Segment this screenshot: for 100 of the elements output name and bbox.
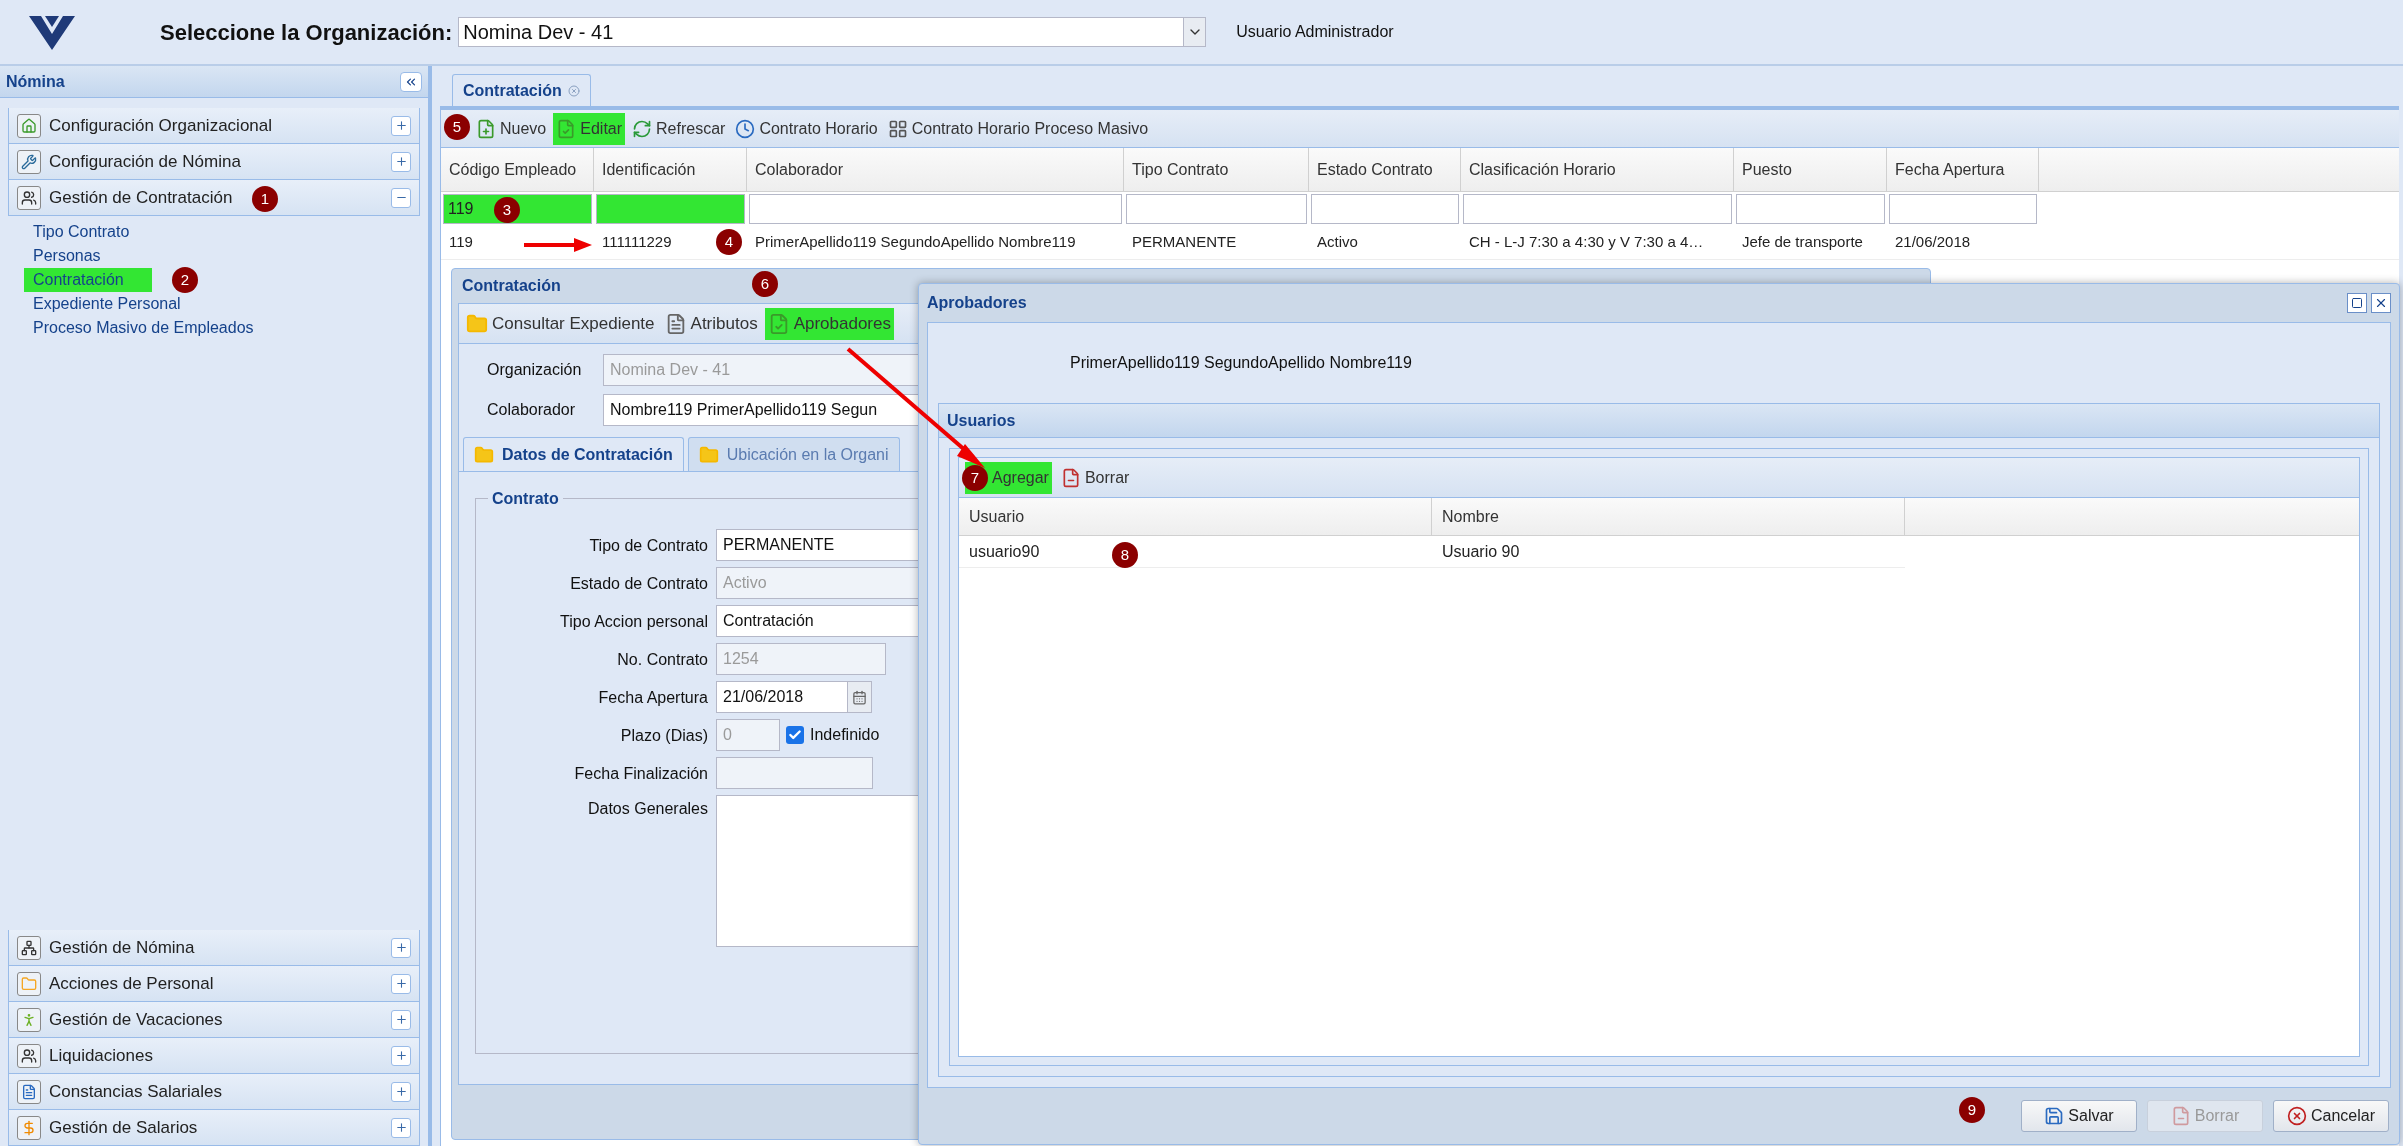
toolbar-button[interactable]: Atributos [661, 307, 761, 340]
grid-icon [887, 118, 908, 139]
calendar-icon [852, 689, 867, 705]
menu-link[interactable]: Tipo Contrato [24, 220, 139, 244]
filter-field[interactable] [1463, 194, 1732, 224]
plus-icon [394, 1049, 408, 1062]
expand-button[interactable] [391, 1009, 411, 1030]
close-icon [2374, 296, 2388, 310]
field-label: Tipo Accion personal [559, 612, 708, 632]
column-header[interactable]: Estado Contrato [1309, 148, 1461, 191]
dialog-button[interactable]: Cancelar [2273, 1100, 2389, 1132]
table-cell-text: 21/06/2018 [1895, 232, 1971, 253]
panel-title: Nómina [6, 71, 65, 92]
toolbar-button[interactable]: Aprobadores [764, 307, 894, 340]
expand-button[interactable] [391, 115, 411, 136]
close-icon [567, 84, 580, 97]
section-title: Gestión de Vacaciones [49, 1008, 223, 1031]
filter-field[interactable] [1736, 194, 1885, 224]
plus-icon [394, 155, 408, 168]
calendar-button[interactable] [848, 681, 872, 713]
collapse-button[interactable] [400, 71, 422, 92]
panel-title: Usuarios [947, 410, 1016, 431]
employee-name: PrimerApellido119 SegundoApellido Nombre119 [1070, 353, 1412, 373]
accordion-header[interactable]: Constancias Salariales [8, 1074, 420, 1110]
toolbar-button[interactable]: Refrescar [629, 112, 729, 145]
folder-icon [698, 444, 719, 465]
dialog-button[interactable]: Salvar [2021, 1100, 2137, 1132]
accordion-header[interactable]: Gestión de Nómina [8, 930, 420, 966]
table-cell-text: PrimerApellido119 SegundoApellido Nombre119 [755, 232, 1076, 253]
expand-button[interactable] [391, 151, 411, 172]
filter-field[interactable] [596, 194, 745, 224]
section-title: Acciones de Personal [49, 972, 214, 995]
dollar-icon [17, 1115, 41, 1140]
accordion-header[interactable]: Acciones de Personal [8, 966, 420, 1002]
accordion-header[interactable]: Gestión de Vacaciones [8, 1002, 420, 1038]
field-label: Colaborador [486, 400, 577, 420]
cancel-icon [2287, 1106, 2307, 1126]
folder-icon [474, 444, 494, 465]
date-field[interactable]: 21/06/2018 [716, 681, 848, 713]
column-header[interactable]: Fecha Apertura [1887, 148, 2039, 191]
plus-icon [394, 977, 408, 990]
expand-button[interactable] [391, 937, 411, 958]
toolbar-button[interactable]: Editar [553, 112, 626, 145]
maximize-button[interactable] [2347, 293, 2367, 313]
file-check-icon [556, 118, 577, 139]
column-header[interactable]: Nombre [1432, 498, 1905, 535]
toolbar-button[interactable]: Contrato Horario Proceso Masivo [884, 112, 1152, 145]
save-icon [2044, 1106, 2065, 1126]
field-label: Tipo de Contrato [588, 536, 708, 556]
section-title: Constancias Salariales [49, 1080, 222, 1103]
field-label: Plazo (Dias) [619, 726, 708, 746]
filter-field[interactable] [1126, 194, 1307, 224]
toolbar-button[interactable]: Consultar Expediente [463, 307, 658, 340]
tab[interactable]: Datos de Contratación [463, 437, 684, 471]
menu-link[interactable]: Proceso Masivo de Empleados [24, 316, 263, 340]
section-title: Gestión de Contratación [49, 186, 233, 209]
expand-button[interactable] [391, 1081, 411, 1102]
home-icon [17, 113, 41, 138]
menu-link[interactable]: Contratación [24, 268, 152, 292]
section-title: Gestión de Salarios [49, 1116, 198, 1139]
plus-icon [394, 119, 408, 132]
menu-link[interactable]: Expediente Personal [24, 292, 190, 316]
user-name: Usuario Administrador [1236, 22, 1394, 42]
table-cell-text: Jefe de transporte [1742, 232, 1863, 253]
tab[interactable]: Contratación [452, 74, 591, 106]
toolbar-button[interactable]: Nuevo [473, 112, 550, 145]
column-header[interactable]: Identificación [594, 148, 747, 191]
plus-icon [394, 1121, 408, 1134]
column-header[interactable]: Clasificación Horario [1461, 148, 1734, 191]
file-plus-icon [476, 118, 496, 139]
column-header[interactable]: Colaborador [747, 148, 1124, 191]
window-title: Aprobadores [927, 293, 1027, 313]
column-header[interactable]: Tipo Contrato [1124, 148, 1309, 191]
toolbar-button[interactable]: Borrar [1057, 461, 1133, 494]
accordion-header[interactable]: Configuración de Nómina [8, 144, 420, 180]
expand-button[interactable] [391, 1045, 411, 1066]
column-header[interactable]: Usuario [959, 498, 1432, 535]
filter-field[interactable] [1889, 194, 2037, 224]
filter-field[interactable] [1311, 194, 1459, 224]
accordion-header[interactable]: Configuración Organizacional [8, 108, 420, 144]
organization-dropdown[interactable]: Nomina Dev - 41 [458, 17, 1207, 47]
folder-icon [17, 971, 41, 996]
expand-button[interactable] [391, 1117, 411, 1138]
toolbar-button[interactable]: Contrato Horario [732, 112, 881, 145]
section-title: Configuración de Nómina [49, 150, 241, 173]
plus-icon [394, 1013, 408, 1026]
refresh-icon [632, 118, 653, 139]
close-button[interactable] [2371, 293, 2391, 313]
field-label: Estado de Contrato [569, 574, 708, 594]
menu-link[interactable]: Personas [24, 244, 110, 268]
table-cell-text: 119 [449, 232, 473, 253]
accordion-header[interactable]: Liquidaciones [8, 1038, 420, 1074]
window-title: Contratación [462, 276, 561, 296]
column-header[interactable]: Código Empleado [441, 148, 594, 191]
filter-field[interactable] [749, 194, 1122, 224]
column-header[interactable]: Puesto [1734, 148, 1887, 191]
expand-button[interactable] [391, 973, 411, 994]
accordion-header[interactable]: Gestión de Salarios [8, 1110, 420, 1146]
field-label: Fecha Finalización [573, 764, 708, 784]
document-icon [17, 1079, 41, 1104]
